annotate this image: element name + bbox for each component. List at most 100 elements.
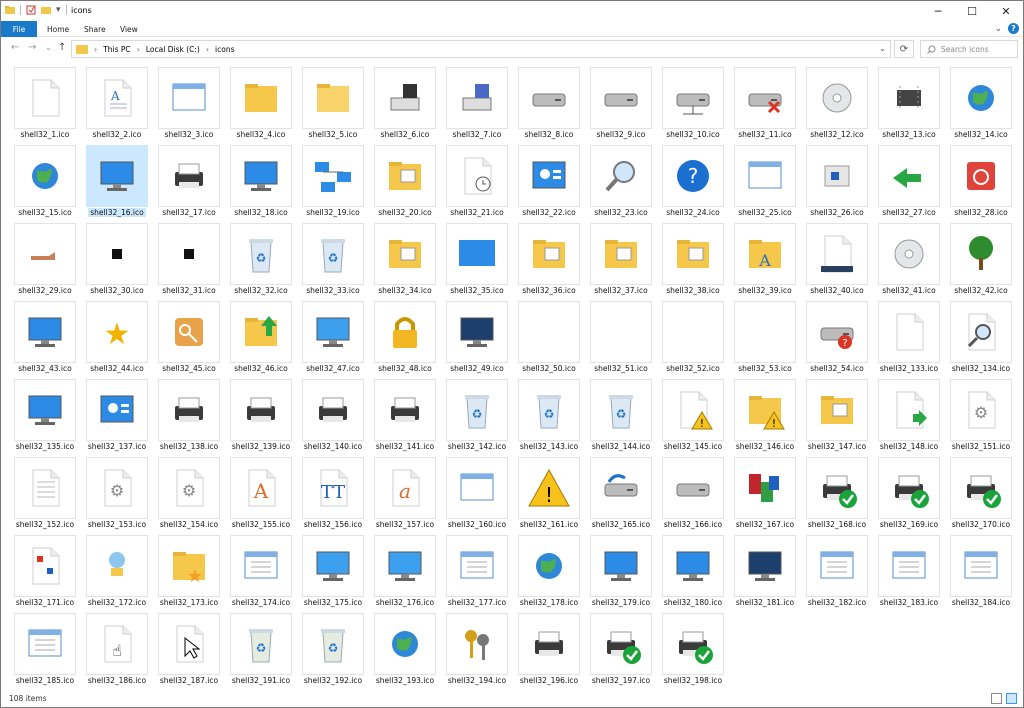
file-name[interactable]: shell32_44.ico — [88, 364, 145, 373]
large-icons-view-button[interactable] — [1006, 693, 1017, 704]
file-thumbnail[interactable] — [662, 67, 724, 129]
file-name[interactable]: shell32_18.ico — [232, 208, 289, 217]
file-name[interactable]: shell32_166.ico — [662, 520, 724, 529]
file-item[interactable]: shell32_183.ico — [873, 535, 945, 613]
file-item[interactable]: shell32_12.ico — [801, 67, 873, 145]
file-name[interactable]: shell32_184.ico — [950, 598, 1012, 607]
file-item[interactable]: shell32_1.ico — [9, 67, 81, 145]
file-thumbnail[interactable] — [734, 301, 796, 363]
file-item[interactable]: shell32_138.ico — [153, 379, 225, 457]
file-item[interactable]: shell32_182.ico — [801, 535, 873, 613]
file-thumbnail[interactable] — [878, 145, 940, 207]
file-name[interactable]: shell32_26.ico — [808, 208, 865, 217]
file-item[interactable]: shell32_184.ico — [945, 535, 1017, 613]
file-item[interactable]: shell32_134.ico — [945, 301, 1017, 379]
file-thumbnail[interactable] — [230, 535, 292, 597]
file-item[interactable]: shell32_176.ico — [369, 535, 441, 613]
file-item[interactable]: shell32_37.ico — [585, 223, 657, 301]
file-thumbnail[interactable] — [446, 457, 508, 519]
file-name[interactable]: shell32_134.ico — [950, 364, 1012, 373]
file-name[interactable]: shell32_179.ico — [590, 598, 652, 607]
file-name[interactable]: shell32_198.ico — [662, 676, 724, 685]
details-view-button[interactable] — [991, 693, 1002, 704]
file-thumbnail[interactable] — [374, 67, 436, 129]
file-thumbnail[interactable] — [230, 145, 292, 207]
file-item[interactable]: shell32_52.ico — [657, 301, 729, 379]
file-name[interactable]: shell32_174.ico — [230, 598, 292, 607]
file-name[interactable]: shell32_175.ico — [302, 598, 364, 607]
file-name[interactable]: shell32_168.ico — [806, 520, 868, 529]
file-thumbnail[interactable]: ♻ — [446, 379, 508, 441]
file-thumbnail[interactable] — [446, 223, 508, 285]
file-thumbnail[interactable]: A — [230, 457, 292, 519]
file-name[interactable]: shell32_32.ico — [232, 286, 289, 295]
file-item[interactable]: ☝ shell32_186.ico — [81, 613, 153, 691]
chevron-right-icon[interactable]: › — [137, 45, 140, 54]
file-item[interactable]: ? shell32_54.ico — [801, 301, 873, 379]
file-name[interactable]: shell32_167.ico — [734, 520, 796, 529]
file-item[interactable]: shell32_29.ico — [9, 223, 81, 301]
file-item[interactable]: shell32_169.ico — [873, 457, 945, 535]
file-item[interactable]: ★ shell32_44.ico — [81, 301, 153, 379]
file-thumbnail[interactable] — [158, 613, 220, 675]
file-thumbnail[interactable] — [662, 301, 724, 363]
file-name[interactable]: shell32_191.ico — [230, 676, 292, 685]
file-thumbnail[interactable] — [14, 301, 76, 363]
tab-share[interactable]: Share — [84, 21, 106, 37]
recent-locations-icon[interactable]: ⌄ — [45, 43, 52, 52]
file-item[interactable]: shell32_196.ico — [513, 613, 585, 691]
file-name[interactable]: shell32_181.ico — [734, 598, 796, 607]
file-thumbnail[interactable] — [158, 301, 220, 363]
file-name[interactable]: shell32_53.ico — [736, 364, 793, 373]
chevron-right-icon[interactable]: › — [206, 45, 209, 54]
refresh-button[interactable]: ⟳ — [894, 40, 914, 58]
file-thumbnail[interactable] — [374, 145, 436, 207]
file-item[interactable]: shell32_179.ico — [585, 535, 657, 613]
file-thumbnail[interactable] — [662, 457, 724, 519]
file-item[interactable]: shell32_177.ico — [441, 535, 513, 613]
file-name[interactable]: shell32_153.ico — [86, 520, 148, 529]
file-name[interactable]: shell32_172.ico — [86, 598, 148, 607]
file-thumbnail[interactable] — [302, 379, 364, 441]
file-thumbnail[interactable]: A — [734, 223, 796, 285]
file-thumbnail[interactable]: A — [86, 67, 148, 129]
file-item[interactable]: ♻ shell32_32.ico — [225, 223, 297, 301]
file-item[interactable]: shell32_140.ico — [297, 379, 369, 457]
file-thumbnail[interactable] — [14, 535, 76, 597]
file-name[interactable]: shell32_8.ico — [523, 130, 576, 139]
file-name[interactable]: shell32_4.ico — [235, 130, 288, 139]
file-thumbnail[interactable]: ! — [518, 457, 580, 519]
file-item[interactable]: shell32_20.ico — [369, 145, 441, 223]
file-thumbnail[interactable] — [806, 223, 868, 285]
file-thumbnail[interactable]: ♻ — [230, 223, 292, 285]
file-name[interactable]: shell32_49.ico — [448, 364, 505, 373]
file-thumbnail[interactable] — [14, 67, 76, 129]
file-thumbnail[interactable] — [302, 67, 364, 129]
file-item[interactable]: shell32_185.ico — [9, 613, 81, 691]
file-name[interactable]: shell32_52.ico — [664, 364, 721, 373]
file-name[interactable]: shell32_10.ico — [664, 130, 721, 139]
file-item[interactable]: shell32_36.ico — [513, 223, 585, 301]
file-item[interactable]: shell32_141.ico — [369, 379, 441, 457]
file-item[interactable]: shell32_53.ico — [729, 301, 801, 379]
file-name[interactable]: shell32_33.ico — [304, 286, 361, 295]
file-item[interactable]: ♻ shell32_143.ico — [513, 379, 585, 457]
file-thumbnail[interactable]: ♻ — [518, 379, 580, 441]
file-thumbnail[interactable] — [590, 67, 652, 129]
file-item[interactable]: shell32_4.ico — [225, 67, 297, 145]
file-thumbnail[interactable] — [14, 379, 76, 441]
file-item[interactable]: shell32_139.ico — [225, 379, 297, 457]
file-thumbnail[interactable] — [878, 223, 940, 285]
file-thumbnail[interactable] — [302, 145, 364, 207]
file-name[interactable]: shell32_177.ico — [446, 598, 508, 607]
file-item[interactable]: shell32_28.ico — [945, 145, 1017, 223]
file-item[interactable]: ♻ shell32_192.ico — [297, 613, 369, 691]
file-name[interactable]: shell32_5.ico — [307, 130, 360, 139]
file-name[interactable]: shell32_1.ico — [19, 130, 72, 139]
file-name[interactable]: shell32_17.ico — [160, 208, 217, 217]
file-name[interactable]: shell32_9.ico — [595, 130, 648, 139]
file-name[interactable]: shell32_165.ico — [590, 520, 652, 529]
file-item[interactable]: shell32_19.ico — [297, 145, 369, 223]
file-thumbnail[interactable] — [590, 145, 652, 207]
tab-home[interactable]: Home — [47, 21, 69, 37]
